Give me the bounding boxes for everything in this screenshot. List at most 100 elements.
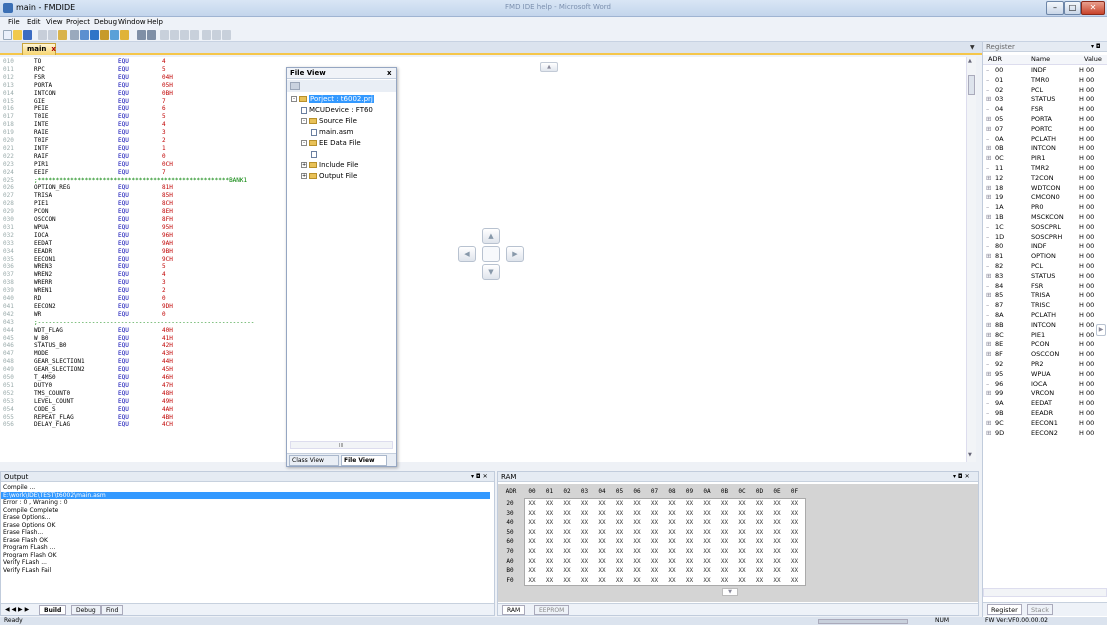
scroll-down-arrow-icon[interactable]: ▼ [968,452,972,458]
ram-cell[interactable]: XX [789,528,801,537]
ram-cell[interactable]: XX [701,537,713,546]
ram-cell[interactable]: XX [666,566,678,575]
ram-cell[interactable]: XX [771,576,783,585]
nav-left-icon[interactable]: ◀ [458,246,476,262]
output-line[interactable]: Erase Flash... [3,529,43,537]
output-line[interactable]: Verify FLash ... [3,559,47,567]
tree-item[interactable]: - EE Data File [301,138,361,149]
ram-cell[interactable]: XX [614,528,626,537]
ram-cell[interactable]: XX [526,509,538,518]
register-row[interactable]: –1C SOSCPRL H 00 [983,223,1107,233]
save-icon[interactable] [23,30,32,40]
ram-cell[interactable]: XX [614,537,626,546]
tab-build[interactable]: Build [39,605,67,615]
ram-cell[interactable]: XX [789,557,801,566]
ram-pin-close-icon[interactable]: ▾ ◘ ✕ [953,472,970,482]
ram-cell[interactable]: XX [719,557,731,566]
ram-cell[interactable]: XX [596,499,608,508]
debug-start-icon[interactable] [137,30,146,40]
breakpoint-icon[interactable] [202,30,211,40]
ram-cell[interactable]: XX [544,557,556,566]
register-expand-icon[interactable]: ⊞ [986,419,991,429]
ram-cell[interactable]: XX [754,499,766,508]
output-line[interactable]: Erase Options OK [3,522,55,530]
ram-cell[interactable]: XX [631,509,643,518]
tree-item[interactable]: + Output File [301,171,357,182]
tab-debug[interactable]: Debug [71,605,101,615]
register-scroll-right-icon[interactable]: ▶ [1096,324,1106,336]
copy-icon[interactable] [48,30,57,40]
register-row[interactable]: –84 FSR H 00 [983,282,1107,292]
ram-cell[interactable]: XX [754,557,766,566]
file-view-horizontal-scrollbar[interactable]: III [290,441,393,449]
ram-scroll-down-icon[interactable]: ▼ [722,588,738,596]
ram-cell[interactable]: XX [544,537,556,546]
ram-cell[interactable]: XX [526,499,538,508]
menu-view[interactable]: View [46,18,63,26]
ram-cell[interactable]: XX [544,509,556,518]
ram-cell[interactable]: XX [544,566,556,575]
close-button[interactable]: ✕ [1081,1,1105,15]
menu-project[interactable]: Project [66,18,90,26]
ram-cell[interactable]: XX [596,537,608,546]
ram-cell[interactable]: XX [614,509,626,518]
register-row[interactable]: ⊞ 83 STATUS H 00 [983,272,1107,282]
register-row[interactable]: ⊞ 03 STATUS H 00 [983,95,1107,105]
register-expand-icon[interactable]: ⊞ [986,429,991,439]
ram-cell[interactable]: XX [701,518,713,527]
register-row[interactable]: ⊞ 85 TRISA H 00 [983,291,1107,301]
output-line[interactable]: Program Flash OK [3,552,57,560]
ram-cell[interactable]: XX [544,518,556,527]
ram-cell[interactable]: XX [596,547,608,556]
ram-cell[interactable]: XX [614,557,626,566]
output-line[interactable]: Program FLash ... [3,544,55,552]
tree-item[interactable]: + Include File [301,160,358,171]
ram-cell[interactable]: XX [719,509,731,518]
ram-cell[interactable]: XX [596,518,608,527]
ram-cell[interactable]: XX [561,557,573,566]
ram-cell[interactable]: XX [789,518,801,527]
ram-cell[interactable]: XX [771,566,783,575]
ram-cell[interactable]: XX [754,518,766,527]
register-row[interactable]: –1A PR0 H 00 [983,203,1107,213]
tab-list-dropdown-icon[interactable]: ▼ [970,44,975,51]
ram-cell[interactable]: XX [701,566,713,575]
ram-cell[interactable]: XX [561,499,573,508]
register-row[interactable]: ⊞ 99 VRCON H 00 [983,389,1107,399]
ram-cell[interactable]: XX [649,518,661,527]
ram-cell[interactable]: XX [736,518,748,527]
tree-item[interactable]: main.asm [311,127,353,138]
warning-icon[interactable] [120,30,129,40]
paste-icon[interactable] [58,30,67,40]
output-line[interactable]: Compile ... [3,484,35,492]
register-row[interactable]: ⊞ 9C EECON1 H 00 [983,419,1107,429]
register-row[interactable]: –0A PCLATH H 00 [983,135,1107,145]
register-row[interactable]: ⊞ 8B INTCON H 00 [983,321,1107,331]
ram-cell[interactable]: XX [736,537,748,546]
register-expand-icon[interactable]: ⊞ [986,331,991,341]
ram-cell[interactable]: XX [736,499,748,508]
maximize-button[interactable]: □ [1064,1,1081,15]
register-expand-icon[interactable]: ⊞ [986,252,991,262]
output-log[interactable]: Compile ... E:\work\IDE\TEST\t6002\main.a… [1,484,494,602]
output-line[interactable]: Error : 0 , Wraning : 0 [3,499,68,507]
register-row[interactable]: –00 INDF H 00 [983,66,1107,76]
ram-cell[interactable]: XX [771,528,783,537]
ram-cell[interactable]: XX [614,547,626,556]
ram-cell[interactable]: XX [701,557,713,566]
register-expand-icon[interactable]: ⊞ [986,184,991,194]
ram-cell[interactable]: XX [719,499,731,508]
register-expand-icon[interactable]: ⊞ [986,95,991,105]
ram-cell[interactable]: XX [771,499,783,508]
ram-cell[interactable]: XX [754,528,766,537]
register-row[interactable]: –04 FSR H 00 [983,105,1107,115]
minimize-button[interactable]: – [1046,1,1064,15]
register-expand-icon[interactable]: ⊞ [986,213,991,223]
ram-cell[interactable]: XX [631,518,643,527]
register-row[interactable]: ⊞ 9D EECON2 H 00 [983,429,1107,439]
step-into-icon[interactable] [160,30,169,40]
ram-cell[interactable]: XX [579,547,591,556]
ram-cell[interactable]: XX [789,576,801,585]
ram-cell[interactable]: XX [526,528,538,537]
register-row[interactable]: ⊞ 8C PIE1 H 00 [983,331,1107,341]
